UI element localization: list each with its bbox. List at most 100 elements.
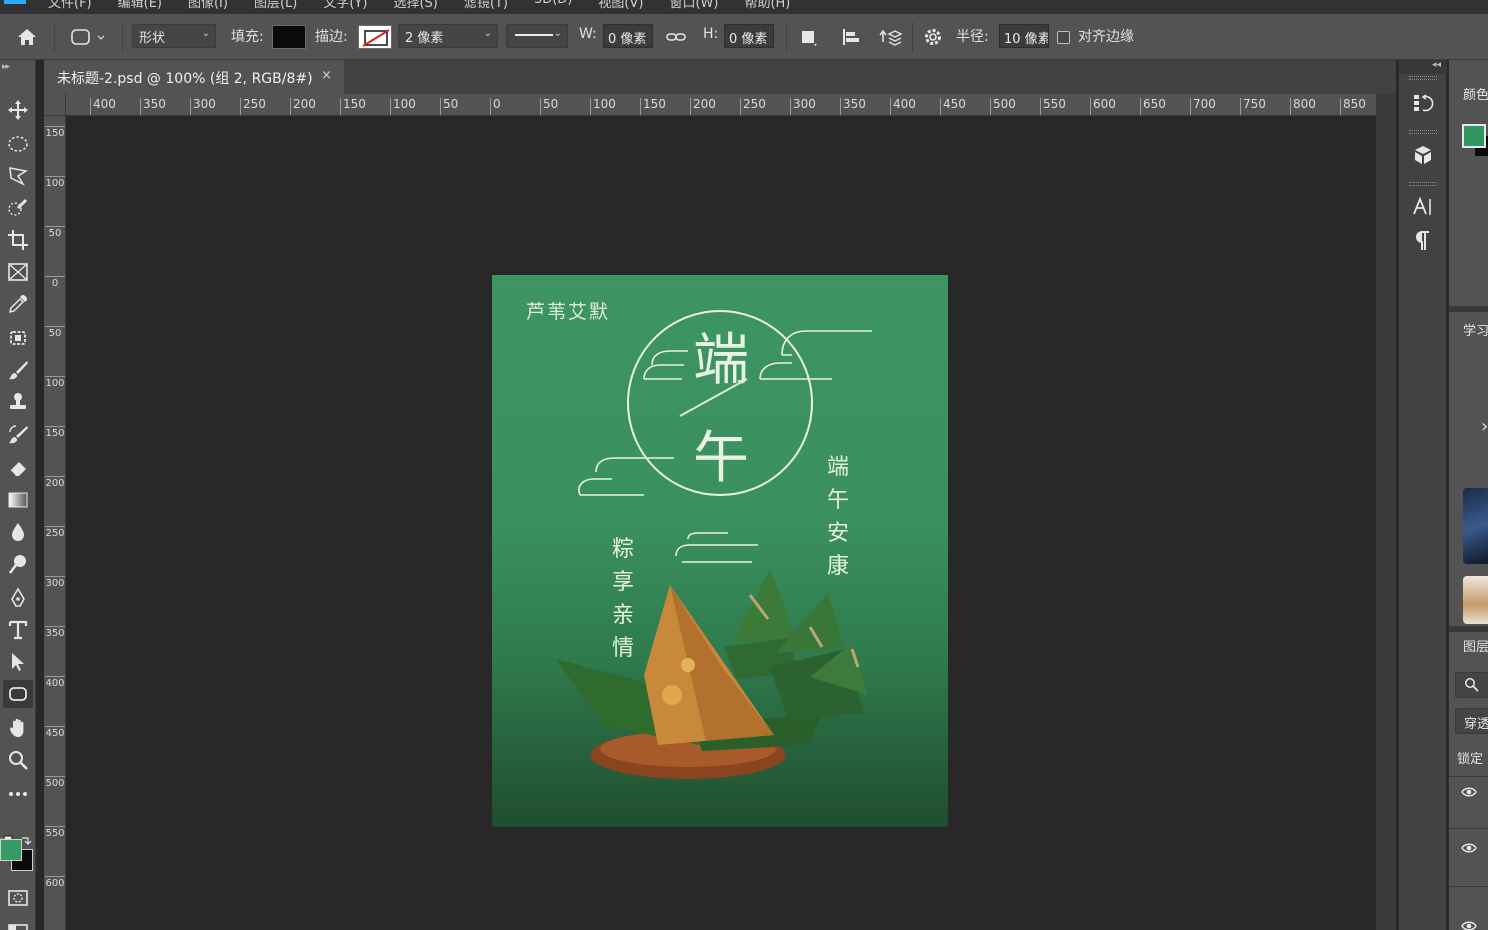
document-canvas[interactable]: 芦苇艾默 端 午 端午安康 粽享亲情 [492, 275, 948, 827]
vertical-scrollbar[interactable] [1376, 94, 1396, 930]
panel-grip[interactable] [1409, 76, 1437, 80]
elliptical-marquee-tool-icon[interactable] [3, 130, 33, 158]
tool-mode-select[interactable]: 形状 ⌄ [132, 24, 216, 48]
zongzi-illustration [556, 569, 868, 779]
eye-icon[interactable] [1461, 840, 1477, 859]
move-tool-icon[interactable] [3, 96, 33, 124]
panel-grip[interactable] [1409, 182, 1437, 186]
panel-expand-icon[interactable]: ◂◂ [1399, 60, 1447, 74]
menu-item[interactable]: 图层(L) [254, 0, 297, 11]
layers-panel-title[interactable]: 图层 [1463, 636, 1488, 655]
menu-item[interactable]: 帮助(H) [744, 0, 790, 11]
tool-mode-value: 形状 [139, 31, 166, 46]
menu-item[interactable]: 3D(D) [534, 0, 572, 11]
vertical-ruler[interactable]: 150 100 50 0 50 100 150 200 250 300 350 400 450 500 55… [44, 116, 66, 930]
ruler-label: 50 [45, 226, 65, 239]
eye-icon[interactable] [1461, 784, 1477, 803]
solid-line-icon [515, 34, 553, 36]
menu-items: 文件(F) 编辑(E) 图像(I) 图层(L) 文字(Y) 选择(S) 滤镜(T) 3D(D)… [48, 0, 790, 11]
3d-panel-icon[interactable] [1405, 140, 1441, 170]
learn-panel-glyph: › [1481, 416, 1488, 437]
polygonal-lasso-tool-icon[interactable] [3, 162, 33, 190]
foreground-color-swatch[interactable] [0, 839, 22, 861]
horizontal-ruler[interactable]: 400 350 300 250 200 150 100 50 0 50 100 150 200 250 30… [66, 94, 1376, 116]
path-selection-tool-icon[interactable] [3, 648, 33, 676]
menu-item[interactable]: 文件(F) [48, 0, 92, 11]
tutorial-thumbnail[interactable] [1463, 488, 1488, 564]
spot-healing-tool-icon[interactable] [3, 324, 33, 352]
tutorial-thumbnail[interactable] [1463, 576, 1488, 624]
eyedropper-tool-icon[interactable] [3, 290, 33, 318]
blend-mode-select[interactable]: 穿透 [1455, 708, 1488, 734]
zoom-tool-icon[interactable] [3, 746, 33, 774]
menu-item[interactable]: 文字(Y) [323, 0, 367, 11]
brush-tool-icon[interactable] [3, 356, 33, 384]
ruler-label: 650 [1140, 98, 1166, 115]
path-operations-icon[interactable] [796, 24, 822, 50]
dodge-tool-icon[interactable] [3, 550, 33, 578]
menu-item[interactable]: 窗口(W) [669, 0, 718, 11]
stroke-color-swatch[interactable] [358, 25, 392, 49]
menu-item[interactable]: 视图(V) [598, 0, 643, 11]
separator [786, 22, 787, 52]
quick-selection-tool-icon[interactable] [3, 194, 33, 222]
menu-item[interactable]: 选择(S) [393, 0, 437, 11]
color-panel-title[interactable]: 颜色 [1463, 84, 1488, 103]
color-swatches [0, 835, 36, 885]
menu-item[interactable]: 图像(I) [188, 0, 228, 11]
stroke-width-select[interactable]: 2 像素 ⌄ [398, 24, 498, 48]
layer-divider [1449, 886, 1488, 887]
canvas-area[interactable]: 芦苇艾默 端 午 端午安康 粽享亲情 [66, 116, 1376, 930]
clone-stamp-tool-icon[interactable] [3, 388, 33, 416]
path-alignment-icon[interactable] [838, 24, 864, 50]
ruler-origin[interactable] [44, 94, 66, 116]
history-panel-icon[interactable] [1405, 88, 1441, 118]
eye-icon[interactable] [1461, 918, 1477, 930]
learn-panel-title[interactable]: 学习 [1463, 320, 1488, 339]
blur-tool-icon[interactable] [3, 518, 33, 546]
crop-tool-icon[interactable] [3, 226, 33, 254]
align-edges-checkbox[interactable] [1057, 31, 1070, 44]
ruler-label: 600 [1090, 98, 1116, 115]
fill-color-swatch[interactable] [272, 25, 306, 49]
photoshop-logo-icon[interactable] [4, 0, 26, 4]
gradient-tool-icon[interactable] [3, 486, 33, 514]
pen-tool-icon[interactable] [3, 584, 33, 612]
radius-field[interactable]: 10 像素 [999, 24, 1049, 48]
character-panel-icon[interactable] [1405, 192, 1441, 222]
hand-tool-icon[interactable] [3, 714, 33, 742]
panel-foreground-swatch[interactable] [1462, 124, 1486, 148]
align-edges-label: 对齐边缘 [1078, 29, 1134, 45]
close-icon[interactable]: × [321, 68, 332, 83]
link-icon[interactable] [663, 24, 689, 50]
brand-text: 芦苇艾默 [526, 301, 611, 323]
gear-icon[interactable] [920, 24, 946, 50]
panel-collapse-icon[interactable]: ▸▸ [2, 62, 10, 72]
height-field[interactable]: 0 像素 [724, 24, 774, 48]
path-arrangement-icon[interactable] [878, 24, 904, 50]
layer-filter-field[interactable] [1455, 672, 1488, 698]
frame-tool-icon[interactable] [3, 258, 33, 286]
type-tool-icon[interactable] [3, 616, 33, 644]
more-tools-icon[interactable] [3, 780, 33, 808]
menu-item[interactable]: 滤镜(T) [464, 0, 508, 11]
layer-divider [1449, 776, 1488, 777]
screen-mode-icon[interactable] [3, 916, 33, 930]
panel-grip[interactable] [1409, 130, 1437, 134]
menu-item[interactable]: 编辑(E) [118, 0, 162, 11]
ruler-label: 850 [1340, 98, 1366, 115]
paragraph-panel-icon[interactable] [1405, 226, 1441, 256]
rounded-rectangle-tool-icon[interactable] [3, 680, 33, 708]
document-tab[interactable]: 未标题-2.psd @ 100% (组 2, RGB/8#) × [44, 60, 344, 94]
chevron-down-icon: ⌄ [483, 28, 492, 39]
home-icon[interactable] [14, 24, 40, 50]
rounded-rect-tool-preset-icon[interactable] [66, 24, 112, 50]
history-brush-tool-icon[interactable] [3, 420, 33, 448]
stroke-label: 描边: [315, 29, 348, 45]
eraser-tool-icon[interactable] [3, 454, 33, 482]
ruler-label: 150 [340, 98, 366, 115]
width-field[interactable]: 0 像素 [603, 24, 653, 48]
chevron-down-icon: ⌄ [201, 28, 210, 39]
stroke-type-select[interactable]: ⌄ [506, 24, 568, 48]
quick-mask-icon[interactable] [3, 884, 33, 912]
